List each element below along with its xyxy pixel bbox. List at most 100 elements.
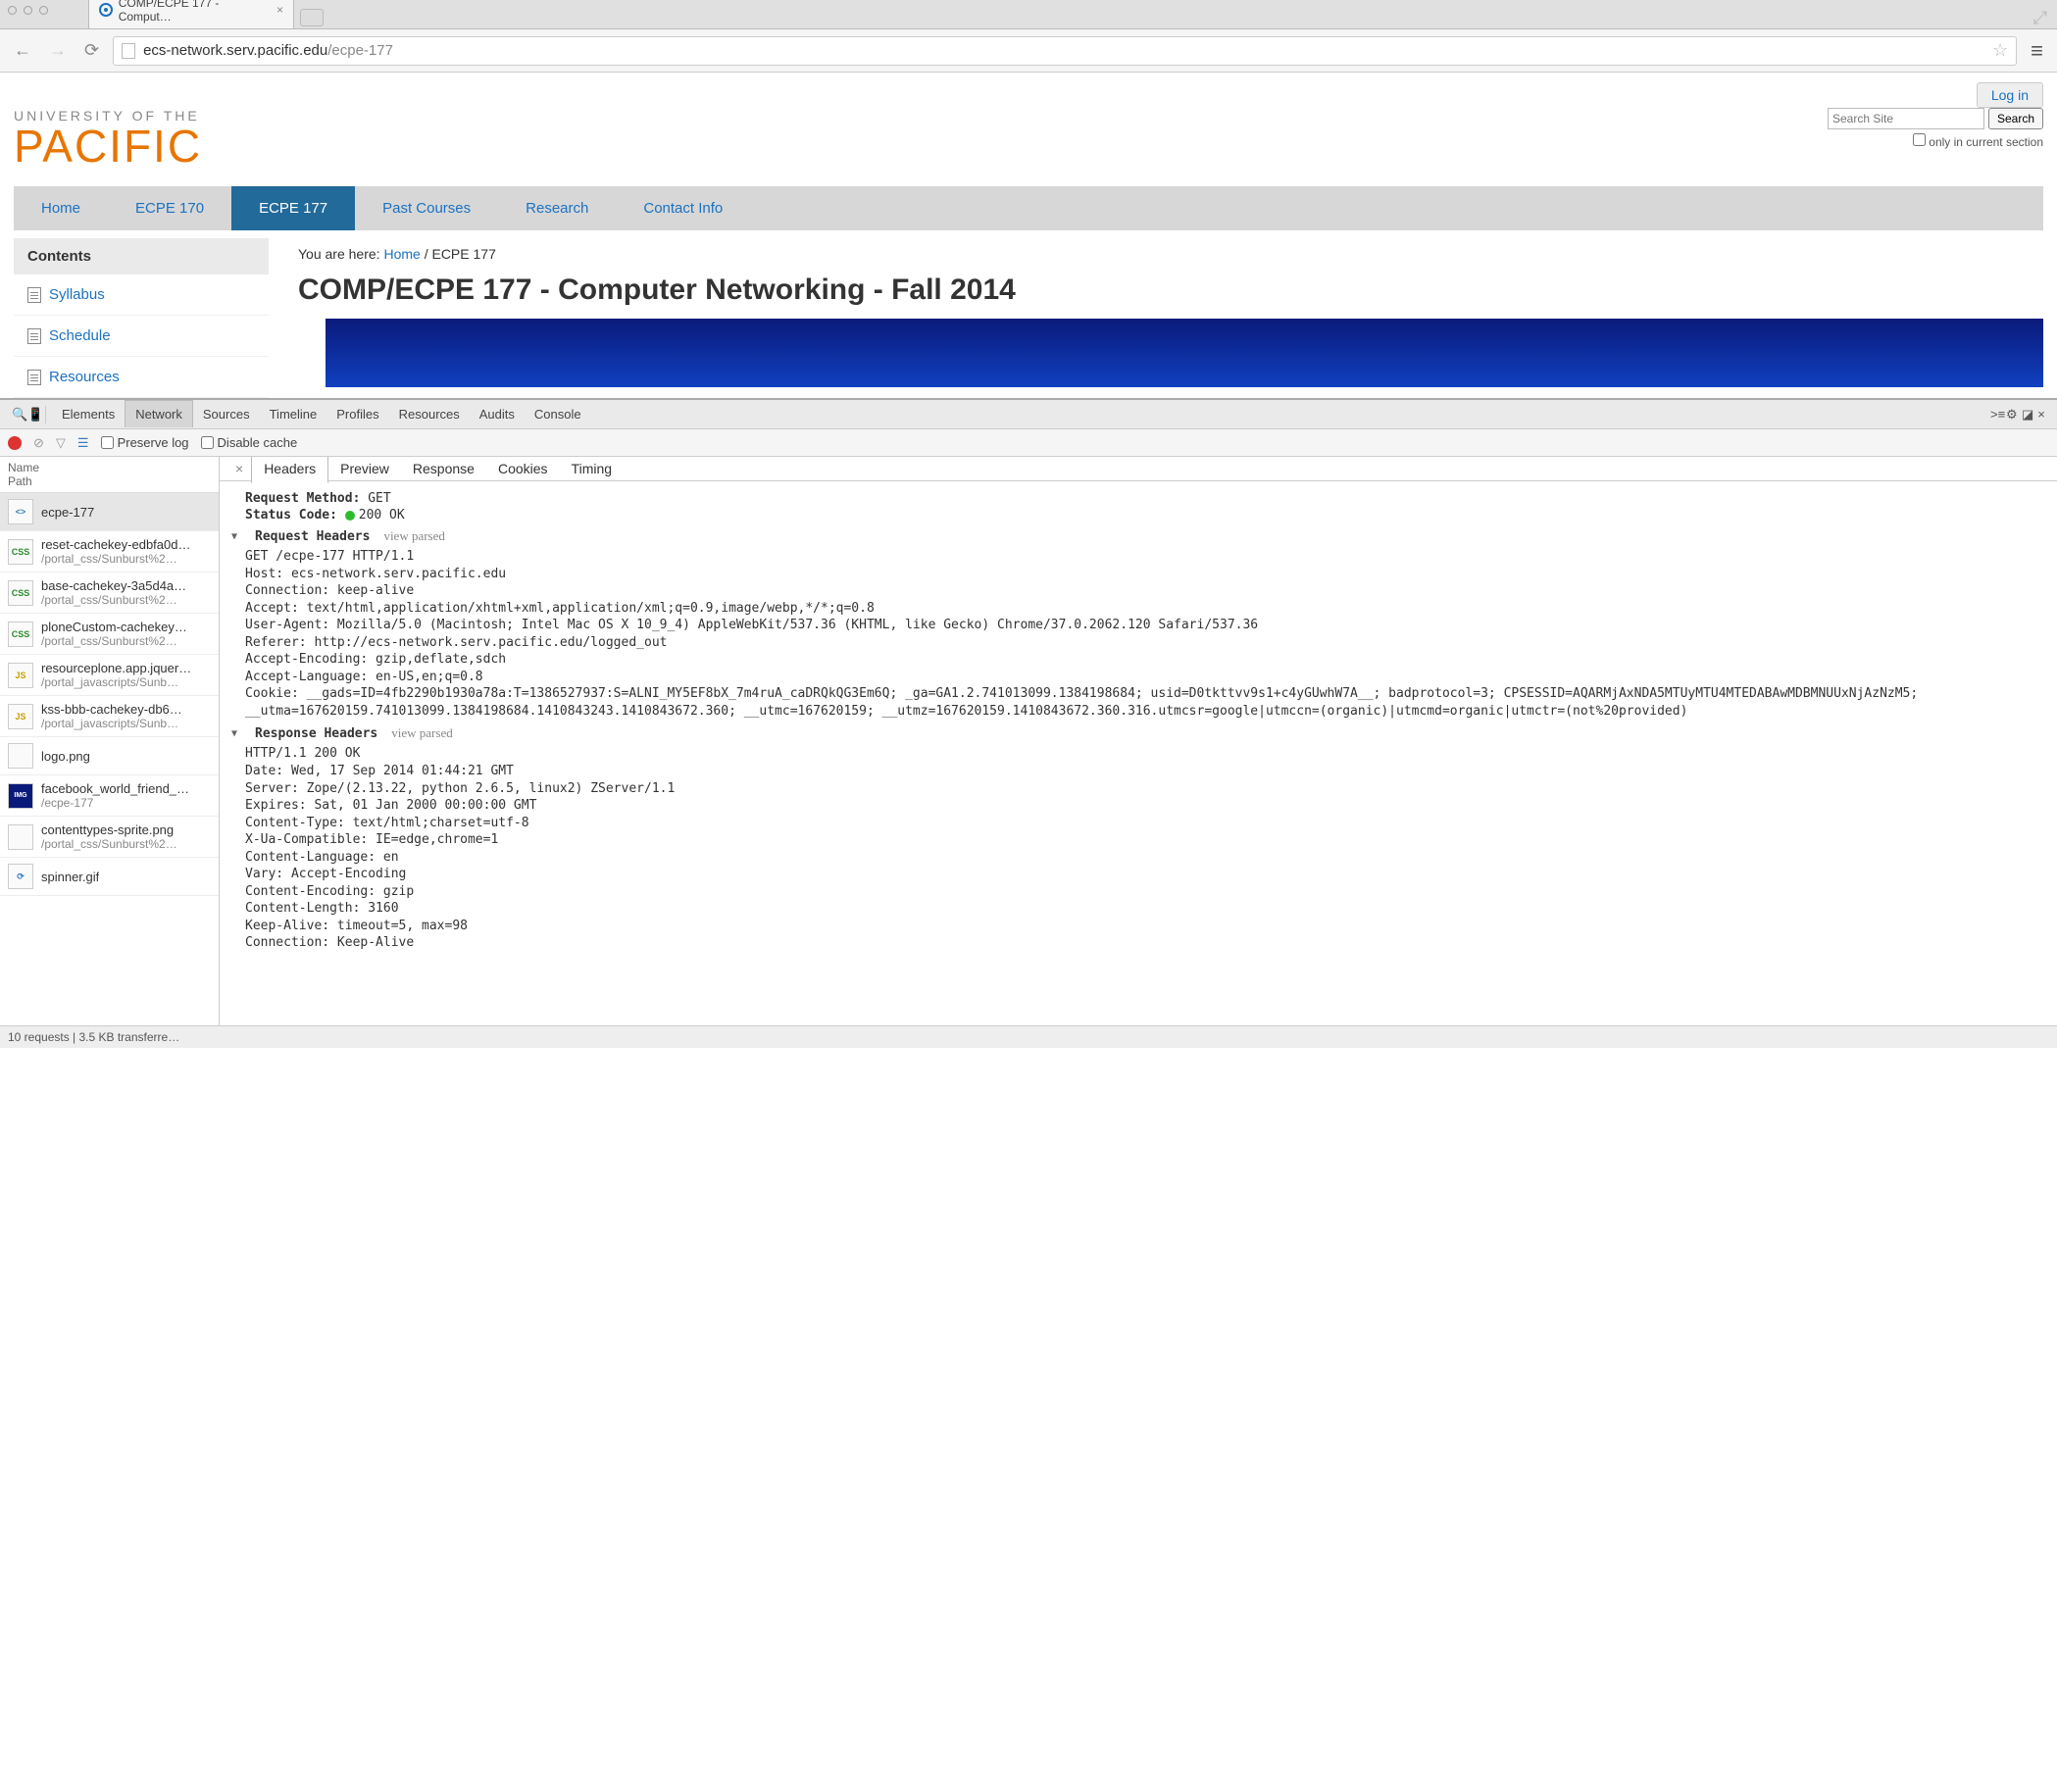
address-bar[interactable]: ecs-network.serv.pacific.edu/ecpe-177 ☆ bbox=[113, 36, 2017, 66]
devtools-tab-console[interactable]: Console bbox=[525, 401, 591, 427]
devtools-tab-audits[interactable]: Audits bbox=[470, 401, 525, 427]
document-icon bbox=[27, 370, 41, 385]
traffic-minimize[interactable] bbox=[24, 6, 32, 15]
view-parsed-link-2[interactable]: view parsed bbox=[391, 725, 452, 741]
file-type-icon: <> bbox=[8, 499, 33, 524]
browser-toolbar: ← → ⟳ ecs-network.serv.pacific.edu/ecpe-… bbox=[0, 29, 2057, 73]
sidebar-item-schedule[interactable]: Schedule bbox=[14, 316, 269, 357]
request-headers-section[interactable]: Request Headersview parsed bbox=[231, 528, 2045, 544]
nav-item-contact-info[interactable]: Contact Info bbox=[616, 186, 750, 230]
col-name[interactable]: Name bbox=[8, 461, 211, 474]
tab-close-icon[interactable]: × bbox=[276, 3, 283, 17]
devtools-close-icon[interactable]: × bbox=[2033, 407, 2049, 422]
detail-tab-preview[interactable]: Preview bbox=[328, 457, 401, 482]
devtools-tab-elements[interactable]: Elements bbox=[52, 401, 125, 427]
clear-icon[interactable]: ⊘ bbox=[33, 435, 44, 451]
request-detail: × HeadersPreviewResponseCookiesTiming Re… bbox=[220, 457, 2057, 1025]
only-section-checkbox[interactable] bbox=[1913, 133, 1926, 146]
site-search: Search only in current section bbox=[1828, 108, 2043, 149]
col-path[interactable]: Path bbox=[8, 474, 211, 488]
request-row[interactable]: ⟳spinner.gif bbox=[0, 858, 219, 896]
nav-item-research[interactable]: Research bbox=[498, 186, 616, 230]
browser-tab-strip: COMP/ECPE 177 - Comput… × ⤢ bbox=[0, 0, 2057, 29]
page-title: COMP/ECPE 177 - Computer Networking - Fa… bbox=[298, 274, 2043, 307]
request-row[interactable]: CSSreset-cachekey-edbfa0d…/portal_css/Su… bbox=[0, 531, 219, 572]
file-type-icon: JS bbox=[8, 704, 33, 729]
request-row[interactable]: JSkss-bbb-cachekey-db6…/portal_javascrip… bbox=[0, 696, 219, 737]
nav-item-ecpe-177[interactable]: ECPE 177 bbox=[231, 186, 355, 230]
settings-gear-icon[interactable]: ⚙ bbox=[2002, 407, 2018, 423]
request-row[interactable]: logo.png bbox=[0, 737, 219, 775]
request-list: NamePath <>ecpe-177CSSreset-cachekey-edb… bbox=[0, 457, 220, 1025]
detail-tab-response[interactable]: Response bbox=[401, 457, 486, 482]
request-headers-raw: GET /ecpe-177 HTTP/1.1 Host: ecs-network… bbox=[245, 548, 2045, 720]
detail-tab-cookies[interactable]: Cookies bbox=[486, 457, 560, 482]
devtools-tab-profiles[interactable]: Profiles bbox=[326, 401, 388, 427]
status-code-value: 200 OK bbox=[359, 508, 405, 523]
new-tab-button[interactable] bbox=[300, 9, 324, 26]
fullscreen-icon[interactable]: ⤢ bbox=[2030, 8, 2051, 28]
only-section-label: only in current section bbox=[1929, 135, 2043, 149]
traffic-zoom[interactable] bbox=[39, 6, 48, 15]
breadcrumb: You are here: Home / ECPE 177 bbox=[298, 246, 2043, 262]
network-subbar: ⊘ ▽ ☰ Preserve log Disable cache bbox=[0, 429, 2057, 457]
nav-item-past-courses[interactable]: Past Courses bbox=[355, 186, 498, 230]
sidebar-item-syllabus[interactable]: Syllabus bbox=[14, 274, 269, 316]
tab-title: COMP/ECPE 177 - Comput… bbox=[119, 0, 271, 24]
back-button[interactable]: ← bbox=[10, 40, 35, 61]
bookmark-star-icon[interactable]: ☆ bbox=[1992, 40, 2008, 61]
status-code-label: Status Code: bbox=[245, 508, 337, 523]
detail-tab-headers[interactable]: Headers bbox=[251, 457, 328, 483]
breadcrumb-current: ECPE 177 bbox=[431, 246, 495, 262]
reload-button[interactable]: ⟳ bbox=[80, 40, 103, 61]
view-parsed-link[interactable]: view parsed bbox=[383, 528, 444, 544]
filter-icon[interactable]: ▽ bbox=[56, 435, 66, 451]
request-row[interactable]: JSresourceplone.app.jquer…/portal_javasc… bbox=[0, 655, 219, 696]
nav-item-home[interactable]: Home bbox=[14, 186, 108, 230]
request-row[interactable]: CSSbase-cachekey-3a5d4a…/portal_css/Sunb… bbox=[0, 572, 219, 614]
devtools-tab-network[interactable]: Network bbox=[125, 400, 193, 427]
banner-image bbox=[326, 319, 2043, 387]
chrome-menu-icon[interactable]: ≡ bbox=[2027, 38, 2047, 64]
url-domain: ecs-network.serv.pacific.edu bbox=[143, 42, 327, 59]
request-row[interactable]: CSSploneCustom-cachekey…/portal_css/Sunb… bbox=[0, 614, 219, 655]
search-input[interactable] bbox=[1828, 108, 1984, 129]
request-row[interactable]: IMGfacebook_world_friend_…/ecpe-177 bbox=[0, 775, 219, 817]
file-type-icon bbox=[8, 824, 33, 850]
main-content: You are here: Home / ECPE 177 COMP/ECPE … bbox=[298, 238, 2043, 398]
browser-tab[interactable]: COMP/ECPE 177 - Comput… × bbox=[88, 0, 294, 28]
login-link[interactable]: Log in bbox=[1977, 82, 2043, 108]
devtools-tab-timeline[interactable]: Timeline bbox=[260, 401, 327, 427]
preserve-log-checkbox[interactable]: Preserve log bbox=[101, 435, 189, 450]
inspect-icon[interactable]: 🔍 bbox=[8, 407, 24, 423]
devtools-tab-sources[interactable]: Sources bbox=[193, 401, 260, 427]
traffic-close[interactable] bbox=[8, 6, 17, 15]
file-type-icon: CSS bbox=[8, 539, 33, 565]
page-icon bbox=[122, 43, 135, 59]
file-type-icon: CSS bbox=[8, 580, 33, 606]
request-row[interactable]: <>ecpe-177 bbox=[0, 493, 219, 531]
search-button[interactable]: Search bbox=[1988, 108, 2043, 129]
view-icon[interactable]: ☰ bbox=[77, 435, 89, 451]
breadcrumb-home[interactable]: Home bbox=[383, 246, 420, 262]
disable-cache-checkbox[interactable]: Disable cache bbox=[201, 435, 298, 450]
devtools-tab-resources[interactable]: Resources bbox=[389, 401, 470, 427]
devtools-tabbar: 🔍 📱 ElementsNetworkSourcesTimelineProfil… bbox=[0, 400, 2057, 429]
forward-button[interactable]: → bbox=[45, 40, 71, 61]
device-icon[interactable]: 📱 bbox=[24, 407, 39, 423]
detail-close-icon[interactable]: × bbox=[227, 461, 251, 476]
network-footer: 10 requests | 3.5 KB transferre… bbox=[0, 1025, 2057, 1048]
site-logo[interactable]: UNIVERSITY OF THE PACIFIC bbox=[14, 108, 202, 169]
response-headers-section[interactable]: Response Headersview parsed bbox=[231, 725, 2045, 741]
nav-item-ecpe-170[interactable]: ECPE 170 bbox=[108, 186, 231, 230]
file-type-icon bbox=[8, 743, 33, 769]
webpage: Log in UNIVERSITY OF THE PACIFIC Search … bbox=[0, 73, 2057, 398]
sidebar-item-resources[interactable]: Resources bbox=[14, 357, 269, 398]
devtools-panel: 🔍 📱 ElementsNetworkSourcesTimelineProfil… bbox=[0, 398, 2057, 1048]
record-button[interactable] bbox=[8, 436, 22, 450]
dock-icon[interactable]: ◪ bbox=[2018, 407, 2033, 423]
detail-tab-timing[interactable]: Timing bbox=[560, 457, 625, 482]
document-icon bbox=[27, 287, 41, 303]
console-drawer-icon[interactable]: >≡ bbox=[1986, 407, 2002, 422]
request-row[interactable]: contenttypes-sprite.png/portal_css/Sunbu… bbox=[0, 817, 219, 858]
